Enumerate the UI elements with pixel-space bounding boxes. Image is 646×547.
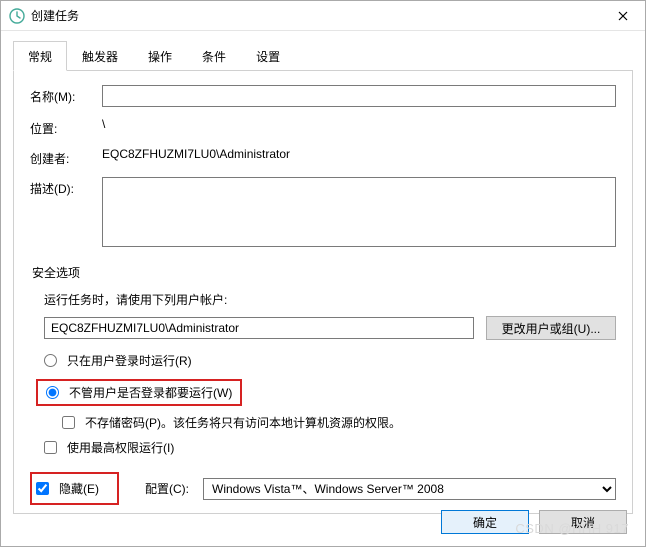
radio-logged-on-row[interactable]: 只在用户登录时运行(R) [44, 352, 616, 369]
configure-for-label: 配置(C): [145, 480, 189, 497]
configure-for-select[interactable]: Windows Vista™、Windows Server™ 2008 [203, 478, 616, 500]
description-input[interactable] [102, 177, 616, 247]
store-password-row[interactable]: 不存储密码(P)。该任务将只有访问本地计算机资源的权限。 [62, 414, 616, 431]
hidden-highlight: 隐藏(E) [30, 472, 119, 505]
tab-actions[interactable]: 操作 [133, 41, 187, 70]
account-display: EQC8ZFHUZMI7LU0\Administrator [44, 317, 474, 339]
tabpanel-general: 名称(M): 位置: \ 创建者: EQC8ZFHUZMI7LU0\Admini… [13, 71, 633, 514]
run-as-hint: 运行任务时，请使用下列用户帐户: [44, 291, 616, 308]
window-title: 创建任务 [31, 7, 600, 24]
highest-priv-row[interactable]: 使用最高权限运行(I) [44, 439, 616, 456]
description-label: 描述(D): [30, 177, 102, 197]
dialog-button-row: 确定 取消 [441, 510, 627, 534]
tabstrip: 常规 触发器 操作 条件 设置 [13, 41, 633, 71]
radio-any-highlight: 不管用户是否登录都要运行(W) [36, 379, 242, 406]
location-label: 位置: [30, 117, 102, 137]
cancel-button[interactable]: 取消 [539, 510, 627, 534]
author-label: 创建者: [30, 147, 102, 167]
radio-any-label: 不管用户是否登录都要运行(W) [69, 384, 232, 401]
tab-general[interactable]: 常规 [13, 41, 67, 71]
radio-logged-on[interactable] [44, 354, 57, 367]
clock-icon [9, 8, 25, 24]
titlebar: 创建任务 [1, 1, 645, 31]
radio-any-row[interactable]: 不管用户是否登录都要运行(W) [46, 384, 232, 401]
hidden-label: 隐藏(E) [59, 480, 99, 497]
hidden-checkbox[interactable] [36, 482, 49, 495]
close-icon [618, 11, 628, 21]
highest-priv-checkbox[interactable] [44, 441, 57, 454]
tab-settings[interactable]: 设置 [241, 41, 295, 70]
highest-priv-label: 使用最高权限运行(I) [67, 439, 174, 456]
security-title: 安全选项 [32, 264, 616, 281]
close-button[interactable] [600, 1, 645, 30]
name-input[interactable] [102, 85, 616, 107]
change-user-button[interactable]: 更改用户或组(U)... [486, 316, 616, 340]
dialog-content: 常规 触发器 操作 条件 设置 名称(M): 位置: \ 创建者: EQC8ZF… [1, 31, 645, 546]
tab-conditions[interactable]: 条件 [187, 41, 241, 70]
radio-any[interactable] [46, 386, 59, 399]
create-task-dialog: 创建任务 常规 触发器 操作 条件 设置 名称(M): 位置: \ [0, 0, 646, 547]
tab-triggers[interactable]: 触发器 [67, 41, 133, 70]
hidden-row[interactable]: 隐藏(E) [36, 480, 99, 497]
ok-button[interactable]: 确定 [441, 510, 529, 534]
name-label: 名称(M): [30, 85, 102, 105]
store-password-checkbox[interactable] [62, 416, 75, 429]
store-password-label: 不存储密码(P)。该任务将只有访问本地计算机资源的权限。 [85, 414, 401, 431]
security-section: 运行任务时，请使用下列用户帐户: EQC8ZFHUZMI7LU0\Adminis… [30, 291, 616, 456]
location-value: \ [102, 117, 616, 131]
author-value: EQC8ZFHUZMI7LU0\Administrator [102, 147, 616, 161]
radio-logged-on-label: 只在用户登录时运行(R) [67, 352, 192, 369]
